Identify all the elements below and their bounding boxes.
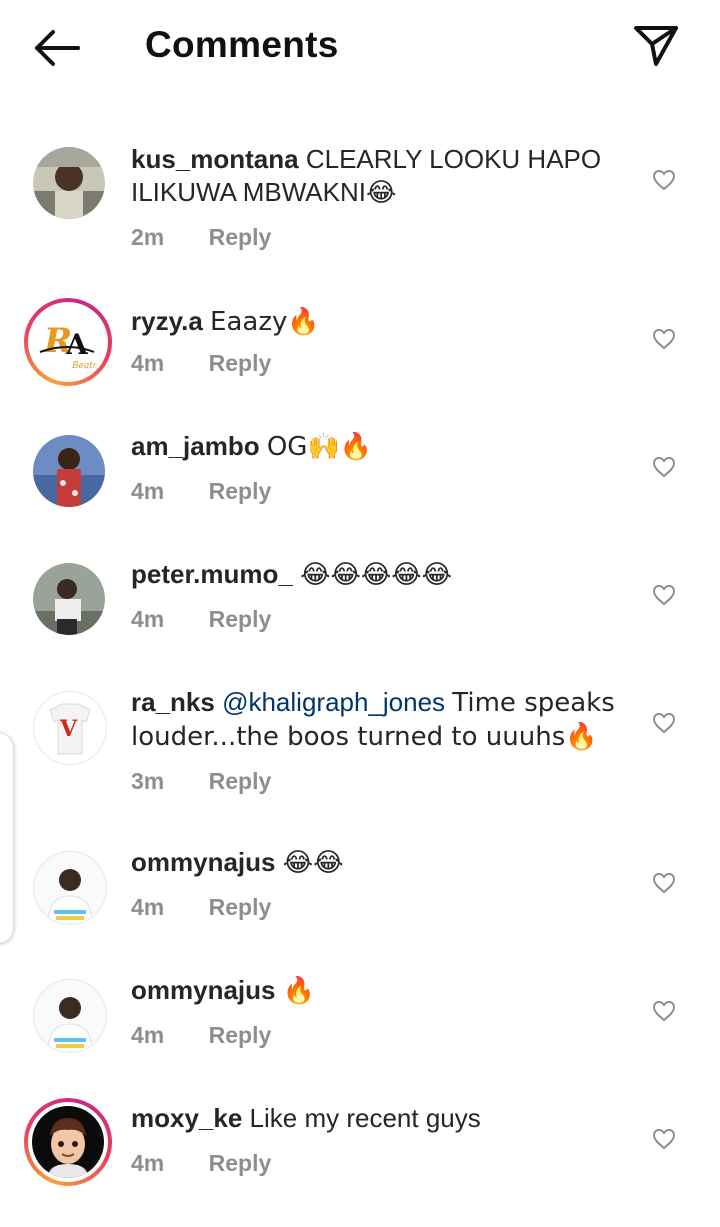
heart-icon[interactable] [652, 328, 676, 350]
comment-username[interactable]: am_jambo [131, 431, 260, 461]
back-button[interactable] [28, 26, 84, 70]
comment-text: ommynajus 😂😂 [131, 846, 631, 880]
reply-button[interactable]: Reply [209, 224, 272, 250]
comment-time: 4m [131, 894, 165, 920]
comment-time: 4m [131, 478, 165, 504]
paper-plane-icon [634, 26, 678, 66]
comment-time: 4m [131, 1150, 165, 1176]
comment-item: ommynajus 🔥 4m Reply [0, 974, 720, 1074]
reply-button[interactable]: Reply [209, 1022, 272, 1048]
heart-icon[interactable] [652, 169, 676, 191]
heart-icon[interactable] [652, 872, 676, 894]
comment-username[interactable]: ommynajus [131, 975, 276, 1005]
heart-icon[interactable] [652, 1128, 676, 1150]
comment-item: moxy_ke Like my recent guys 4m Reply [0, 1098, 720, 1198]
comment-meta: 4m Reply [131, 478, 271, 505]
comment-item: R A Beats ryzy.a Eaazy🔥 4m Reply [0, 298, 720, 398]
heart-icon[interactable] [652, 456, 676, 478]
comment-meta: 4m Reply [131, 1150, 271, 1177]
heart-icon[interactable] [652, 584, 676, 606]
comment-body: 😂😂😂😂😂 [300, 560, 452, 590]
comment-mention[interactable]: @khaligraph_jones [222, 687, 445, 717]
comment-item: ommynajus 😂😂 4m Reply [0, 846, 720, 946]
comment-body: Like my recent guys [249, 1103, 481, 1133]
comment-time: 4m [131, 1022, 165, 1048]
comment-body: Eaazy🔥 [210, 307, 320, 337]
reply-button[interactable]: Reply [209, 768, 272, 794]
comment-text: ommynajus 🔥 [131, 974, 631, 1008]
comment-text: peter.mumo_ 😂😂😂😂😂 [131, 558, 631, 592]
comment-meta: 4m Reply [131, 350, 271, 377]
comment-text: moxy_ke Like my recent guys [131, 1102, 631, 1135]
comment-body: 🔥 [282, 976, 316, 1006]
heart-icon[interactable] [652, 1000, 676, 1022]
avatar[interactable] [33, 563, 105, 635]
avatar[interactable] [33, 851, 107, 925]
comment-username[interactable]: ra_nks [131, 687, 215, 717]
comment-item: kus_montana CLEARLY LOOKU HAPO ILIKUWA M… [0, 140, 720, 260]
avatar[interactable]: R A Beats [24, 298, 112, 386]
comment-body: OG🙌🔥 [266, 432, 373, 462]
comment-meta: 3m Reply [131, 768, 271, 795]
svg-text:A: A [65, 328, 89, 361]
share-button[interactable] [630, 22, 682, 70]
avatar[interactable] [33, 147, 105, 219]
comment-body: 😂😂 [282, 848, 344, 878]
comment-username[interactable]: ommynajus [131, 847, 276, 877]
comment-text: ryzy.a Eaazy🔥 [131, 305, 631, 339]
comment-meta: 4m Reply [131, 894, 271, 921]
comment-time: 4m [131, 350, 165, 376]
comment-text: ra_nks @khaligraph_jones Time speaks lou… [131, 686, 631, 754]
heart-icon[interactable] [652, 712, 676, 734]
comment-time: 3m [131, 768, 165, 794]
svg-text:V: V [59, 716, 78, 742]
comment-text: am_jambo OG🙌🔥 [131, 430, 631, 464]
avatar[interactable] [33, 979, 107, 1053]
comment-text: kus_montana CLEARLY LOOKU HAPO ILIKUWA M… [131, 143, 631, 209]
comment-username[interactable]: ryzy.a [131, 306, 203, 336]
comment-item: V ra_nks @khaligraph_jones Time speaks l… [0, 686, 720, 806]
arrow-left-icon [35, 30, 80, 66]
comment-time: 2m [131, 224, 165, 250]
comment-item: peter.mumo_ 😂😂😂😂😂 4m Reply [0, 558, 720, 658]
reply-button[interactable]: Reply [209, 1150, 272, 1176]
comment-username[interactable]: kus_montana [131, 144, 299, 174]
comment-meta: 4m Reply [131, 606, 271, 633]
page-title: Comments [145, 24, 339, 65]
header-bar: Comments [0, 0, 720, 96]
comment-item: am_jambo OG🙌🔥 4m Reply [0, 430, 720, 530]
avatar[interactable]: V [33, 691, 107, 765]
reply-button[interactable]: Reply [209, 478, 272, 504]
comment-time: 4m [131, 606, 165, 632]
avatar[interactable] [33, 435, 105, 507]
avatar[interactable] [24, 1098, 112, 1186]
reply-button[interactable]: Reply [209, 894, 272, 920]
reply-button[interactable]: Reply [209, 350, 272, 376]
comment-username[interactable]: moxy_ke [131, 1103, 242, 1133]
reply-button[interactable]: Reply [209, 606, 272, 632]
comment-meta: 4m Reply [131, 1022, 271, 1049]
comment-username[interactable]: peter.mumo_ [131, 559, 293, 589]
comment-meta: 2m Reply [131, 224, 271, 251]
